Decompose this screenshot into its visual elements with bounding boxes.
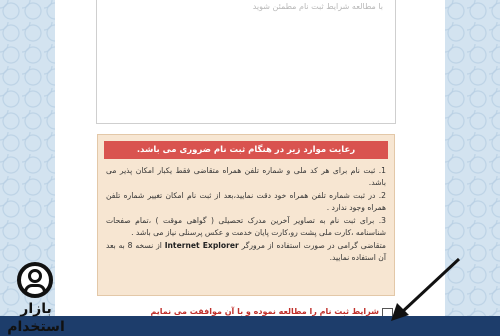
logo-person-head-icon [28, 269, 42, 283]
terms-textarea[interactable]: با مطالعه شرایط ثبت نام مطمئن شوید [96, 0, 396, 124]
notice-body: 1. ثبت نام برای هر کد ملی و شماره تلفن ه… [106, 165, 386, 265]
site-logo: بازار استخدام [3, 262, 69, 336]
logo-person-body-icon [24, 284, 46, 292]
textarea-partial-text: با مطالعه شرایط ثبت نام مطمئن شوید [252, 2, 383, 11]
notice-item-2: 2. در ثبت شماره تلفن همراه خود دقت نمایی… [106, 191, 386, 212]
pointer-arrow-icon [391, 257, 461, 321]
logo-text: بازار استخدام [7, 301, 65, 335]
browser-note-pre: متقاضی گرامی در صورت استفاده از مرورگر [241, 241, 386, 250]
registration-notice-box: رعایت موارد زیر در هنگام ثبت نام ضروری م… [97, 134, 395, 296]
browser-name: Internet Explorer [164, 241, 239, 250]
agreement-label[interactable]: شرایط ثبت نام را مطالعه نموده و با آن مو… [150, 307, 379, 316]
notice-browser-note: متقاضی گرامی در صورت استفاده از مرورگر I… [106, 240, 386, 263]
notice-item-1: 1. ثبت نام برای هر کد ملی و شماره تلفن ه… [106, 166, 386, 187]
notice-item-3: 3. برای ثبت نام به تصاویر آخرین مدرک تحص… [106, 216, 386, 237]
notice-header: رعایت موارد زیر در هنگام ثبت نام ضروری م… [104, 141, 388, 159]
